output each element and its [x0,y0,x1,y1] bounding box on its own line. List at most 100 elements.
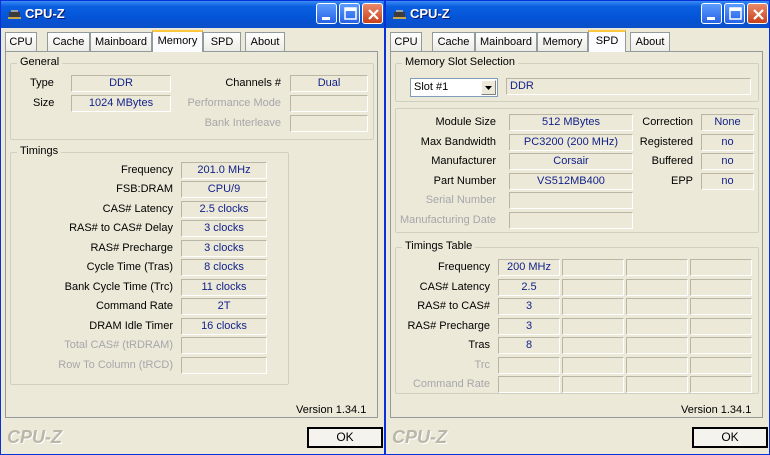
serial-number-value [509,192,633,209]
timing-value: 16 clocks [181,318,267,335]
cpuz-logo-text: CPU-Z [392,427,447,447]
tab-mainboard[interactable]: Mainboard [90,32,152,51]
tab-memory[interactable]: Memory [152,30,203,52]
version-label: Version 1.34.1 [296,404,367,416]
timing-label: Frequency [121,164,173,176]
slot-memory-type: DDR [506,78,751,95]
timing-value: 2.5 clocks [181,201,267,218]
timing-label: DRAM Idle Timer [89,320,173,332]
tab-memory[interactable]: Memory [537,32,588,51]
module-info-group: Module Size 512 MBytes Max Bandwidth PC3… [395,108,759,233]
timing-label: Command Rate [95,300,173,312]
cpuz-window-memory: CPU-Z CPU Cache Mainboard Memory SPD Abo… [0,0,385,455]
timing-table-cell [626,376,688,393]
timing-table-cell [690,376,752,393]
timing-value [181,357,267,374]
timing-table-cell [626,357,688,374]
manufacturing-date-label: Manufacturing Date [400,214,496,226]
tab-spd[interactable]: SPD [588,30,626,52]
timing-table-value: 200 MHz [498,259,560,276]
timing-label: FSB:DRAM [116,183,173,195]
manufacturer-label: Manufacturer [431,155,496,167]
performance-mode-value [290,95,368,112]
tab-spd[interactable]: SPD [203,32,241,51]
manufacturing-date-value [509,212,633,229]
timing-table-cell [690,337,752,354]
close-button[interactable] [747,3,768,24]
close-icon [368,9,379,20]
timing-table-label: Frequency [438,261,490,273]
tab-about[interactable]: About [630,32,670,51]
timing-table-cell [690,318,752,335]
close-button[interactable] [362,3,383,24]
tab-cpu[interactable]: CPU [390,32,422,51]
channels-value: Dual [290,75,368,92]
max-bandwidth-value: PC3200 (200 MHz) [509,134,633,151]
timing-value: 201.0 MHz [181,162,267,179]
timings-table-group: Timings Table Frequency 200 MHz CAS# Lat… [395,240,759,394]
timing-table-value [498,357,560,374]
ok-button[interactable]: OK [307,427,383,448]
title-bar[interactable]: CPU-Z [1,1,384,28]
minimize-button[interactable] [701,3,722,24]
registered-label: Registered [639,136,693,148]
tab-mainboard[interactable]: Mainboard [475,32,537,51]
epp-value: no [701,173,754,190]
timing-value: 8 clocks [181,259,267,276]
timing-value: 11 clocks [181,279,267,296]
timing-table-label: Tras [468,339,490,351]
general-group-title: General [17,56,63,68]
bank-interleave-value [290,115,368,132]
general-group: General Type DDR Size 1024 MBytes Channe… [10,56,374,140]
maximize-button[interactable] [724,3,745,24]
tab-about[interactable]: About [245,32,285,51]
type-value: DDR [71,75,171,92]
timing-table-cell [562,318,624,335]
spd-tab-panel: Memory Slot Selection Slot #1 DDR Module… [390,51,763,418]
cpuz-app-icon[interactable] [7,7,22,22]
memory-slot-selection-group: Memory Slot Selection Slot #1 DDR [395,56,759,102]
max-bandwidth-label: Max Bandwidth [420,136,496,148]
minimize-button[interactable] [316,3,337,24]
tab-cache[interactable]: Cache [47,32,90,51]
memory-slot-selection-title: Memory Slot Selection [402,56,519,68]
timings-group: Timings Frequency 201.0 MHz FSB:DRAM CPU… [10,145,289,385]
tab-strip: CPU Cache Mainboard Memory SPD About [386,30,769,52]
tab-strip: CPU Cache Mainboard Memory SPD About [1,30,384,52]
chevron-down-icon[interactable] [481,80,496,95]
maximize-button[interactable] [339,3,360,24]
buffered-value: no [701,153,754,170]
title-bar[interactable]: CPU-Z [386,1,769,28]
cpuz-window-spd: CPU-Z CPU Cache Mainboard Memory SPD Abo… [385,0,770,455]
timings-table-title: Timings Table [402,240,476,252]
timing-table-cell [562,357,624,374]
timing-label: Cycle Time (Tras) [86,261,173,273]
registered-value: no [701,134,754,151]
timing-table-cell [690,259,752,276]
timing-value: CPU/9 [181,181,267,198]
timing-label: Bank Cycle Time (Trc) [64,281,173,293]
tab-cpu[interactable]: CPU [5,32,37,51]
timing-table-label: CAS# Latency [419,281,490,293]
timing-table-cell [690,357,752,374]
tab-cache[interactable]: Cache [432,32,475,51]
type-label: Type [30,77,54,89]
timing-table-cell [626,298,688,315]
timing-table-label: RAS# to CAS# [417,300,490,312]
window-title: CPU-Z [410,6,450,21]
timing-value: 2T [181,298,267,315]
epp-label: EPP [670,175,693,187]
module-size-label: Module Size [435,116,496,128]
timing-label: RAS# Precharge [90,242,173,254]
performance-mode-label: Performance Mode [187,97,281,109]
buffered-label: Buffered [651,155,693,167]
timing-table-label: RAS# Precharge [407,320,490,332]
timing-table-cell [626,337,688,354]
timing-table-value: 8 [498,337,560,354]
timing-label: RAS# to CAS# Delay [69,222,173,234]
slot-select[interactable]: Slot #1 [410,78,498,97]
ok-button[interactable]: OK [692,427,768,448]
cpuz-app-icon[interactable] [392,7,407,22]
timing-value: 3 clocks [181,220,267,237]
footer: CPU-Z OK [386,423,769,454]
